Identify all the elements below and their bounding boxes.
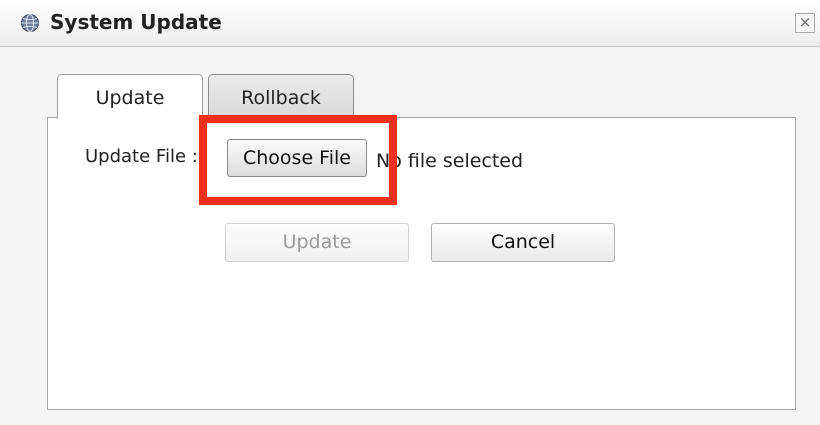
update-button[interactable]: Update [225,223,409,262]
choose-file-button[interactable]: Choose File [227,139,367,177]
close-button[interactable]: × [795,13,815,33]
dialog-title: System Update [50,10,222,34]
update-file-label: Update File : [85,146,198,167]
tab-update[interactable]: Update [57,74,203,119]
close-icon: × [798,13,812,31]
system-update-dialog: System Update × Update Rollback Update F… [0,0,820,425]
file-status-text: No file selected [376,150,524,172]
dialog-titlebar[interactable]: System Update × [0,0,820,47]
cancel-button[interactable]: Cancel [431,223,615,262]
globe-icon [21,13,39,33]
tab-rollback[interactable]: Rollback [208,74,354,118]
